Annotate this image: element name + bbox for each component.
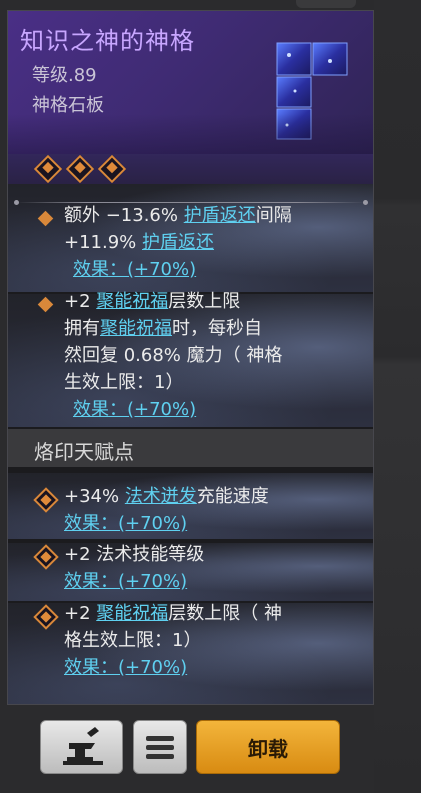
unload-button-label: 卸载 bbox=[248, 736, 288, 761]
keyword-link[interactable]: 护盾返还 bbox=[184, 205, 256, 226]
keyword-link[interactable]: 护盾返还 bbox=[142, 232, 214, 253]
affix-text: 充能速度 bbox=[196, 486, 269, 507]
affix-text: 层数上限（ 神 bbox=[168, 603, 282, 624]
affix-text: +11.9% bbox=[64, 232, 142, 253]
affix-text: 格生效上限：1） bbox=[64, 630, 202, 651]
effect-text: 效果：(+70%) bbox=[73, 259, 197, 280]
background-panel bbox=[374, 0, 421, 793]
socket-icon bbox=[65, 154, 95, 184]
item-type: 神格石板 bbox=[32, 95, 104, 116]
affix-shield-return: 额外 −13.6% 护盾返还间隔 +11.9% 护盾返还 效果：(+70%) bbox=[64, 202, 364, 283]
keyword-link[interactable]: 聚能祝福 bbox=[100, 318, 172, 339]
affix-text: 然回复 0.68% 魔力（ 神格 bbox=[64, 345, 283, 366]
tooltip-header: 知识之神的神格 等级.89 神格石板 bbox=[8, 11, 373, 154]
socket-row bbox=[8, 154, 373, 184]
divider-dot bbox=[14, 200, 19, 205]
effect-text: 效果：(+70%) bbox=[64, 513, 188, 534]
keyword-link[interactable]: 聚能祝福 bbox=[96, 291, 168, 312]
anvil-icon bbox=[63, 727, 103, 765]
item-title: 知识之神的神格 bbox=[20, 27, 195, 55]
unload-button[interactable]: 卸载 bbox=[196, 720, 340, 774]
affix-text: 生效上限：1） bbox=[64, 372, 184, 393]
divinity-slate-icon bbox=[276, 42, 348, 140]
talent-spell-skill-level: +2 法术技能等级 效果：(+70%) bbox=[64, 541, 364, 595]
affix-text: 层数上限 bbox=[168, 291, 241, 312]
affix-text: +2 bbox=[64, 291, 97, 312]
menu-icon bbox=[146, 736, 174, 741]
socket-icon bbox=[97, 154, 127, 184]
affix-focus-blessing: +2 聚能祝福层数上限 拥有聚能祝福时，每秒自 然回复 0.68% 魔力（ 神格… bbox=[64, 288, 364, 423]
affix-text: 间隔 bbox=[255, 205, 292, 226]
affix-text: +2 法术技能等级 bbox=[64, 544, 205, 565]
background-tab bbox=[296, 0, 356, 8]
menu-button[interactable] bbox=[133, 720, 187, 774]
talent-section-header: 烙印天赋点 bbox=[8, 429, 373, 467]
effect-text: 效果：(+70%) bbox=[73, 399, 197, 420]
forge-button[interactable] bbox=[40, 720, 123, 774]
keyword-link[interactable]: 法术迸发 bbox=[125, 486, 197, 507]
talent-spell-burst: +34% 法术迸发充能速度 效果：(+70%) bbox=[64, 483, 364, 537]
affix-text: 拥有 bbox=[64, 318, 100, 339]
item-level: 等级.89 bbox=[32, 65, 97, 86]
menu-icon bbox=[146, 745, 174, 750]
affix-text: 时，每秒自 bbox=[172, 318, 262, 339]
socket-icon bbox=[33, 154, 63, 184]
affix-text: +2 bbox=[64, 603, 97, 624]
menu-icon bbox=[146, 754, 174, 759]
affix-text: +34% bbox=[64, 486, 125, 507]
section-title: 烙印天赋点 bbox=[34, 440, 134, 464]
talent-focus-blessing: +2 聚能祝福层数上限（ 神 格生效上限：1） 效果：(+70%) bbox=[64, 600, 364, 681]
effect-text: 效果：(+70%) bbox=[64, 571, 188, 592]
affix-text: 额外 −13.6% bbox=[64, 205, 184, 226]
item-tooltip: 知识之神的神格 等级.89 神格石板 额外 −13.6% 护盾返还间隔 +11.… bbox=[7, 10, 374, 705]
effect-text: 效果：(+70%) bbox=[64, 657, 188, 678]
keyword-link[interactable]: 聚能祝福 bbox=[96, 603, 168, 624]
